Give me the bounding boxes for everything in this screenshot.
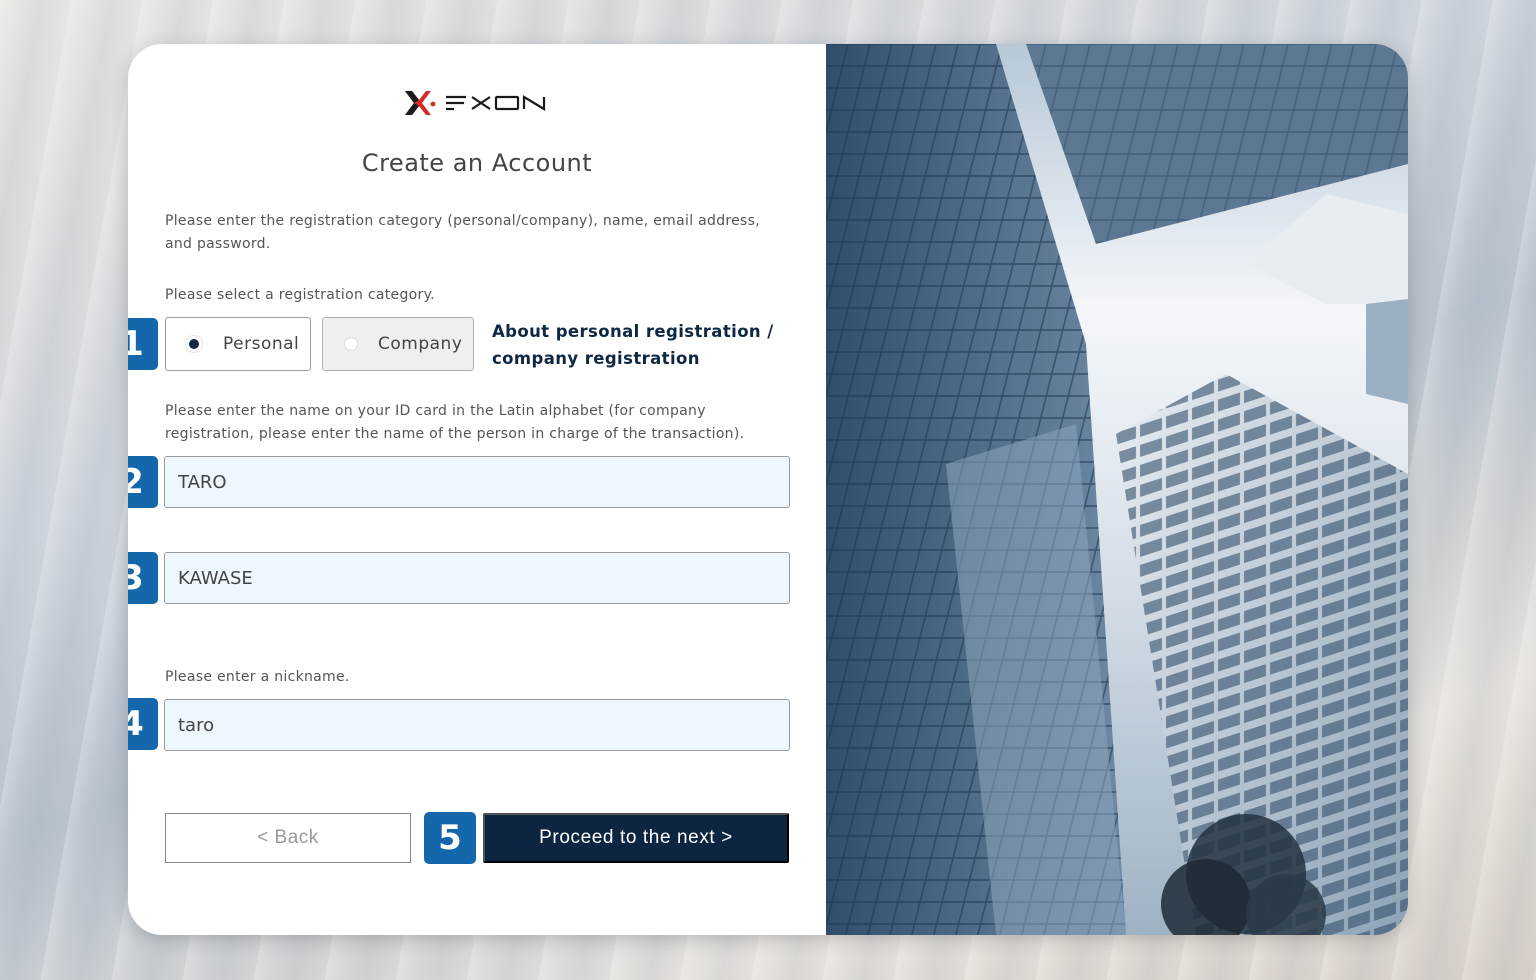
skyscraper-photo: [826, 44, 1408, 935]
about-registration-link[interactable]: About personal registration / company re…: [492, 318, 782, 372]
nickname-prompt: Please enter a nickname.: [165, 669, 350, 685]
radio-unchecked-icon: [344, 337, 358, 351]
first-name-input[interactable]: TARO: [164, 456, 790, 508]
step-badge-2: 2: [128, 456, 158, 508]
nickname-value: taro: [178, 714, 215, 736]
step-badge-4: 4: [128, 698, 158, 750]
proceed-next-button[interactable]: Proceed to the next >: [483, 813, 789, 863]
fxon-logo-mark-icon: [405, 91, 436, 115]
radio-checked-icon: [189, 339, 199, 349]
radio-company[interactable]: Company: [322, 317, 474, 371]
form-panel: Create an Account Please enter the regis…: [128, 44, 826, 935]
step-badge-3: 3: [128, 552, 158, 604]
fxon-logo-wordmark: [446, 95, 546, 111]
last-name-value: KAWASE: [178, 567, 253, 589]
intro-text: Please enter the registration category (…: [165, 213, 760, 252]
page-title: Create an Account: [361, 149, 593, 177]
last-name-input[interactable]: KAWASE: [164, 552, 790, 604]
category-prompt: Please select a registration category.: [165, 287, 435, 303]
radio-personal-label: Personal: [223, 334, 300, 354]
back-button[interactable]: < Back: [165, 813, 411, 863]
nickname-input[interactable]: taro: [164, 699, 790, 751]
name-prompt: Please enter the name on your ID card in…: [165, 403, 745, 442]
fxon-logo: [402, 86, 552, 120]
first-name-value: TARO: [178, 471, 227, 493]
radio-personal[interactable]: Personal: [165, 317, 311, 371]
registration-card: Create an Account Please enter the regis…: [128, 44, 1408, 935]
step-badge-1: 1: [128, 318, 158, 370]
radio-company-label: Company: [378, 334, 463, 354]
skyscraper-illustration: [826, 44, 1408, 935]
step-badge-5: 5: [424, 812, 476, 864]
